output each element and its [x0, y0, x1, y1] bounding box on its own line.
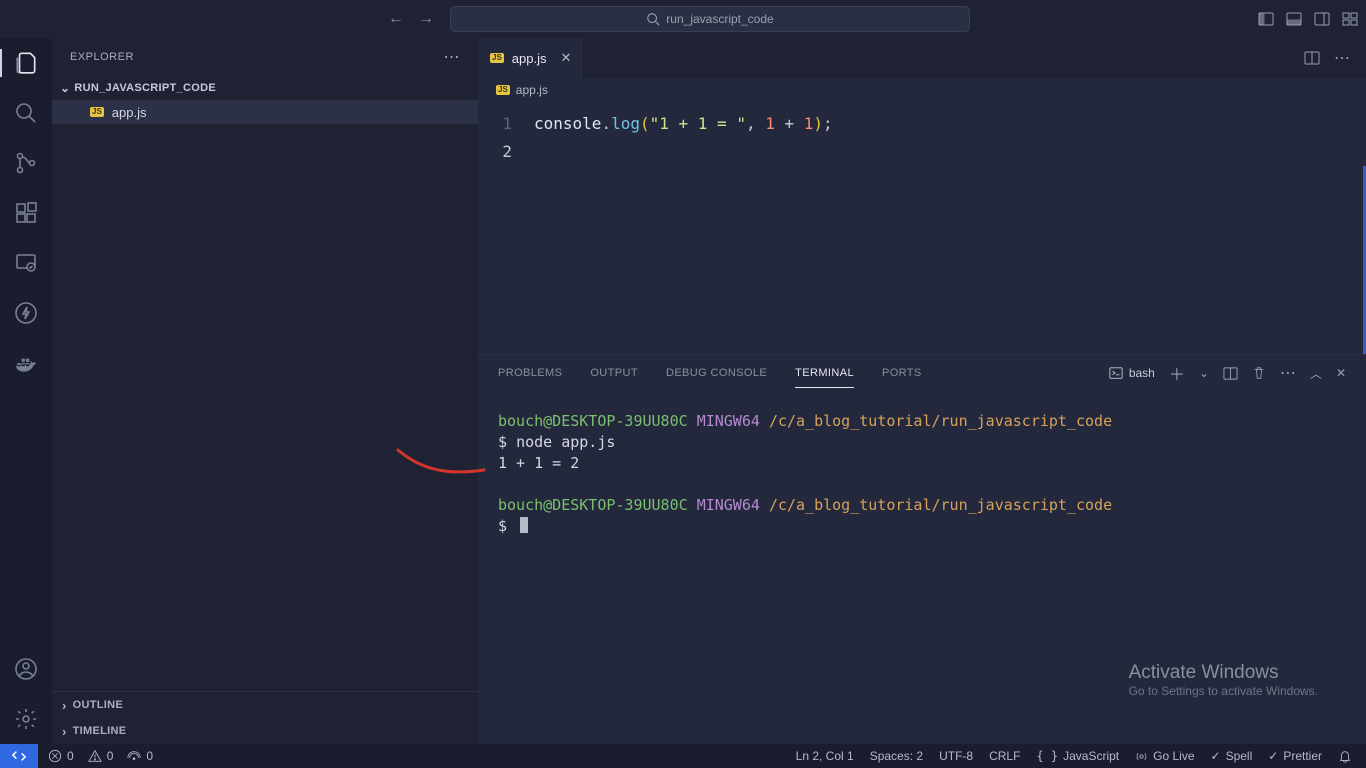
status-prettier[interactable]: ✓Prettier: [1268, 749, 1322, 763]
js-file-icon: JS: [496, 85, 510, 95]
terminal-kind[interactable]: bash: [1109, 366, 1155, 380]
term-command: node app.js: [516, 433, 615, 451]
nav-back-icon[interactable]: ←: [388, 10, 404, 28]
panel-tab-output[interactable]: OUTPUT: [590, 359, 638, 387]
panel-tab-debug[interactable]: DEBUG CONSOLE: [666, 359, 767, 387]
outline-label: OUTLINE: [73, 699, 123, 711]
code-token: console: [534, 114, 601, 133]
panel-close-icon[interactable]: ✕: [1336, 366, 1346, 380]
breadcrumb[interactable]: JS app.js: [478, 78, 1366, 102]
term-env: MINGW64: [697, 412, 760, 430]
panel-tab-terminal[interactable]: TERMINAL: [795, 359, 854, 388]
chevron-right-icon: ›: [62, 724, 67, 739]
folder-root[interactable]: ⌄ RUN_JAVASCRIPT_CODE: [52, 76, 478, 100]
status-encoding[interactable]: UTF-8: [939, 749, 973, 763]
activity-bar: [0, 38, 52, 744]
layout-primary-icon[interactable]: [1258, 11, 1274, 27]
remote-explorer-icon[interactable]: [13, 250, 39, 276]
title-bar: ← → run_javascript_code: [0, 0, 1366, 38]
term-userhost: bouch@DESKTOP-39UU80C: [498, 412, 688, 430]
code-editor[interactable]: 1 console.log("1 + 1 = ", 1 + 1); 2: [478, 102, 1366, 166]
search-text: run_javascript_code: [666, 12, 773, 26]
windows-activation-watermark: Activate Windows Go to Settings to activ…: [1129, 662, 1318, 698]
folder-name: RUN_JAVASCRIPT_CODE: [74, 82, 216, 94]
status-warnings[interactable]: 0: [88, 749, 114, 763]
panel-more-icon[interactable]: ⋯: [1280, 363, 1296, 383]
term-prompt: $: [498, 433, 507, 451]
status-language[interactable]: { } JavaScript: [1036, 749, 1119, 763]
tab-appjs[interactable]: JS app.js ✕: [478, 38, 584, 78]
js-file-icon: JS: [490, 53, 504, 63]
line-number: 2: [478, 138, 534, 166]
search-activity-icon[interactable]: [13, 100, 39, 126]
nav-forward-icon[interactable]: →: [418, 10, 434, 28]
js-file-icon: JS: [90, 107, 104, 117]
status-ports[interactable]: 0: [127, 749, 153, 763]
term-output: 1 + 1 = 2: [498, 453, 1346, 474]
status-bar: 0 0 0 Ln 2, Col 1 Spaces: 2 UTF-8 CRLF {…: [0, 744, 1366, 768]
account-icon[interactable]: [13, 656, 39, 682]
layout-secondary-icon[interactable]: [1314, 11, 1330, 27]
line-number: 1: [478, 110, 534, 138]
editor-pane: JS app.js ✕ ⋯ JS app.js 1 console.log("1…: [478, 38, 1366, 744]
status-eol[interactable]: CRLF: [989, 749, 1020, 763]
timeline-label: TIMELINE: [73, 725, 127, 737]
status-errors[interactable]: 0: [48, 749, 74, 763]
code-token: log: [611, 114, 640, 133]
timeline-section[interactable]: › TIMELINE: [52, 718, 478, 744]
chevron-down-icon: ⌄: [60, 81, 70, 95]
explorer-icon[interactable]: [13, 50, 39, 76]
outline-section[interactable]: › OUTLINE: [52, 692, 478, 718]
sidebar-more-icon[interactable]: ⋯: [444, 47, 461, 67]
code-token: "1 + 1 = ": [650, 114, 746, 133]
sidebar-title: EXPLORER: [70, 51, 134, 63]
status-spell[interactable]: ✓Spell: [1211, 749, 1253, 763]
split-terminal-icon[interactable]: [1223, 366, 1238, 381]
file-item-appjs[interactable]: JS app.js: [52, 100, 478, 124]
term-cwd: /c/a_blog_tutorial/run_javascript_code: [769, 412, 1112, 430]
status-lncol[interactable]: Ln 2, Col 1: [796, 749, 854, 763]
layout-panel-icon[interactable]: [1286, 11, 1302, 27]
editor-tabbar: JS app.js ✕ ⋯: [478, 38, 1366, 78]
settings-gear-icon[interactable]: [13, 706, 39, 732]
docker-icon[interactable]: [13, 350, 39, 376]
panel-tab-ports[interactable]: PORTS: [882, 359, 922, 387]
tab-label: app.js: [512, 51, 547, 66]
status-spaces[interactable]: Spaces: 2: [870, 749, 923, 763]
split-editor-icon[interactable]: [1304, 50, 1320, 66]
tab-more-icon[interactable]: ⋯: [1334, 48, 1350, 68]
explorer-sidebar: EXPLORER ⋯ ⌄ RUN_JAVASCRIPT_CODE JS app.…: [52, 38, 478, 744]
terminal-cursor: [520, 517, 528, 533]
terminal-dropdown-icon[interactable]: ⌄: [1199, 366, 1209, 380]
extensions-icon[interactable]: [13, 200, 39, 226]
status-bell-icon[interactable]: [1338, 749, 1352, 763]
chevron-right-icon: ›: [62, 698, 67, 713]
thunder-icon[interactable]: [13, 300, 39, 326]
trash-icon[interactable]: [1252, 366, 1266, 380]
remote-indicator[interactable]: [0, 744, 38, 768]
new-terminal-icon[interactable]: ＋: [1169, 361, 1185, 385]
close-icon[interactable]: ✕: [561, 50, 572, 66]
source-control-icon[interactable]: [13, 150, 39, 176]
status-golive[interactable]: Go Live: [1135, 749, 1194, 763]
panel-tab-problems[interactable]: PROBLEMS: [498, 359, 562, 387]
chevron-up-icon[interactable]: ︿: [1310, 365, 1322, 382]
layout-customize-icon[interactable]: [1342, 11, 1358, 27]
file-name: app.js: [112, 105, 147, 120]
command-center-search[interactable]: run_javascript_code: [450, 6, 970, 32]
search-icon: [646, 12, 660, 26]
breadcrumb-file: app.js: [516, 83, 548, 97]
